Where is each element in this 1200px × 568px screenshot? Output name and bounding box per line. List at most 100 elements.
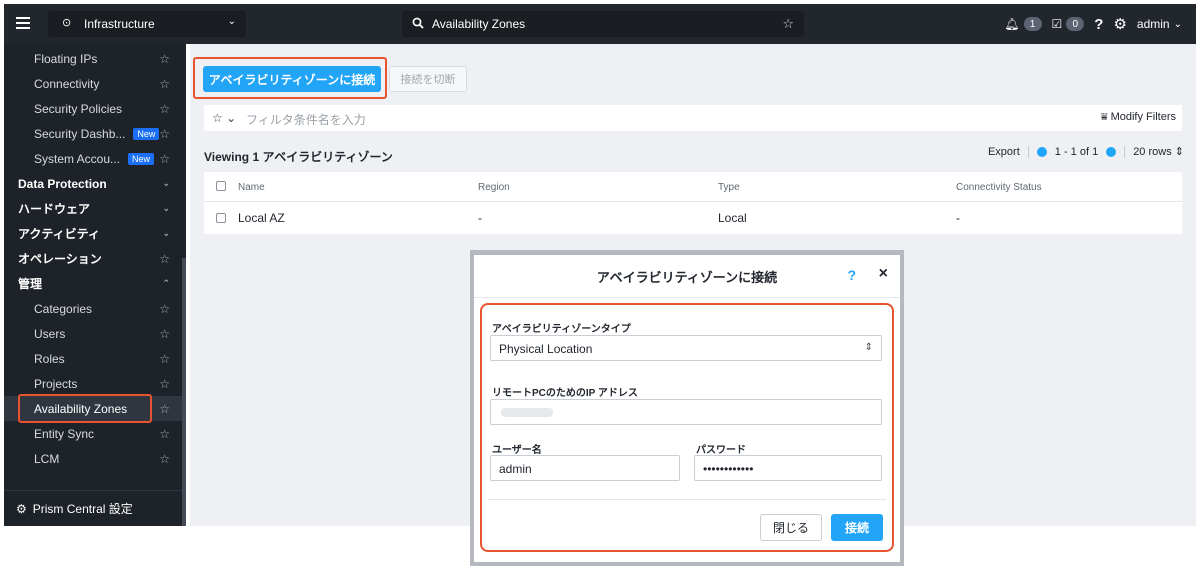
dialog-title: アベイラビリティゾーンに接続 xyxy=(596,270,778,285)
ip-label: リモートPCのためのIP アドレス xyxy=(492,388,638,399)
table-row[interactable]: Local AZ - Local - xyxy=(204,202,1182,234)
cell-type: Local xyxy=(718,211,747,225)
close-icon[interactable]: × xyxy=(879,265,888,283)
password-label: パスワード xyxy=(696,445,746,456)
next-page-icon[interactable] xyxy=(1106,146,1117,157)
username-input[interactable]: admin xyxy=(490,455,680,481)
sidebar-section-activity[interactable]: アクティビティ ⌄ xyxy=(4,221,182,246)
star-icon[interactable]: ☆ xyxy=(159,127,170,141)
star-icon[interactable]: ☆ xyxy=(159,327,170,341)
tasks-button[interactable]: ☑ 0 xyxy=(1052,17,1085,31)
az-type-value: Physical Location xyxy=(499,342,593,356)
sidebar: Floating IPs ☆ Connectivity ☆ Security P… xyxy=(4,44,186,526)
help-icon[interactable]: ? xyxy=(847,267,856,283)
star-icon[interactable]: ☆ xyxy=(159,377,170,391)
sidebar-item-lcm[interactable]: LCM ☆ xyxy=(4,446,182,471)
star-icon[interactable]: ☆ xyxy=(159,52,170,66)
az-type-label: アベイラビリティゾーンタイプ xyxy=(492,324,631,335)
divider xyxy=(1124,145,1126,158)
export-button[interactable]: Export xyxy=(988,146,1020,158)
rows-per-page-select[interactable]: 20 rows ⇕ xyxy=(1133,145,1184,158)
highlight-box xyxy=(18,394,152,423)
modify-filters-button[interactable]: ⩸ Modify Filters xyxy=(1101,111,1176,124)
app-name: Infrastructure xyxy=(84,17,155,31)
star-icon[interactable]: ☆ xyxy=(159,427,170,441)
sidebar-item-security-policies[interactable]: Security Policies ☆ xyxy=(4,96,182,121)
sidebar-item-label: Entity Sync xyxy=(34,426,95,441)
sidebar-section-admin[interactable]: 管理 ⌃ xyxy=(4,271,182,296)
sidebar-section-data-protection[interactable]: Data Protection ⌄ xyxy=(4,171,182,196)
column-header[interactable]: Type xyxy=(718,182,740,193)
connect-az-dialog: アベイラビリティゾーンに接続 ? × アベイラビリティゾーンタイプ Physic… xyxy=(474,255,900,562)
new-badge: New xyxy=(133,127,160,140)
sidebar-item-label: Categories xyxy=(34,301,93,316)
star-icon[interactable]: ☆ xyxy=(159,102,170,116)
sidebar-item-security-dashboard[interactable]: Security Dashb... New ☆ xyxy=(4,121,182,146)
hamburger-menu-icon[interactable] xyxy=(16,17,30,29)
sidebar-item-categories[interactable]: Categories ☆ xyxy=(4,296,182,321)
gear-icon[interactable]: ⚙ xyxy=(1113,15,1126,33)
username-label: ユーザー名 xyxy=(492,445,542,456)
sidebar-item-label: System Accou... xyxy=(34,151,121,166)
connect-az-button[interactable]: アベイラビリティゾーンに接続 xyxy=(203,66,381,92)
rows-label: 20 rows xyxy=(1133,146,1172,158)
column-header[interactable]: Region xyxy=(478,182,510,193)
sidebar-item-connectivity[interactable]: Connectivity ☆ xyxy=(4,71,182,96)
sidebar-item-system-accounts[interactable]: System Accou... New ☆ xyxy=(4,146,182,171)
sidebar-item-projects[interactable]: Projects ☆ xyxy=(4,371,182,396)
global-search[interactable]: Availability Zones ☆ xyxy=(402,11,804,37)
search-text: Availability Zones xyxy=(432,17,526,31)
disconnect-button[interactable]: 接続を切断 xyxy=(389,66,467,92)
az-table: Name Region Type Connectivity Status Loc… xyxy=(204,172,1182,234)
connect-button[interactable]: 接続 xyxy=(831,514,883,541)
select-all-checkbox[interactable] xyxy=(216,181,226,191)
app-selector[interactable]: ⊙ Infrastructure ⌄ xyxy=(48,11,246,37)
sidebar-item-label: Security Policies xyxy=(34,101,123,116)
sidebar-item-entity-sync[interactable]: Entity Sync ☆ xyxy=(4,421,182,446)
username-value: admin xyxy=(499,462,532,476)
star-icon[interactable]: ☆ ⌄ xyxy=(212,111,236,125)
star-icon[interactable]: ☆ xyxy=(159,252,170,266)
table-header: Name Region Type Connectivity Status xyxy=(204,172,1182,202)
sidebar-section-operations[interactable]: オペレーション ☆ xyxy=(4,246,182,271)
filter-input[interactable]: フィルタ条件名を入力 xyxy=(246,111,366,128)
row-checkbox[interactable] xyxy=(216,213,226,223)
ip-address-input[interactable] xyxy=(490,399,882,425)
star-icon[interactable]: ☆ xyxy=(159,77,170,91)
sidebar-item-floating-ips[interactable]: Floating IPs ☆ xyxy=(4,46,182,71)
sidebar-scrollbar[interactable] xyxy=(182,258,186,526)
sidebar-section-hardware[interactable]: ハードウェア ⌄ xyxy=(4,196,182,221)
pagination: Export 1 - 1 of 1 20 rows ⇕ xyxy=(988,145,1184,158)
alerts-count: 1 xyxy=(1023,17,1042,31)
sidebar-item-roles[interactable]: Roles ☆ xyxy=(4,346,182,371)
tasks-icon: ☑ xyxy=(1051,17,1063,31)
select-arrows-icon: ⇕ xyxy=(864,342,873,353)
sidebar-section-label: オペレーション xyxy=(18,252,102,266)
az-type-select[interactable]: Physical Location ⇕ xyxy=(490,335,882,361)
help-icon[interactable]: ? xyxy=(1094,16,1103,33)
star-icon[interactable]: ☆ xyxy=(159,402,170,416)
column-header[interactable]: Connectivity Status xyxy=(956,182,1042,193)
alerts-button[interactable]: 🔔︎ 1 xyxy=(1004,17,1042,31)
star-icon[interactable]: ☆ xyxy=(159,152,170,166)
top-bar: ⊙ Infrastructure ⌄ Availability Zones ☆ … xyxy=(4,4,1196,44)
sidebar-section-label: 管理 xyxy=(18,277,43,291)
page-range: 1 - 1 of 1 xyxy=(1054,145,1099,158)
sidebar-item-label: Connectivity xyxy=(34,76,100,91)
prism-central-settings[interactable]: ⚙ Prism Central 設定 xyxy=(4,490,182,526)
star-icon[interactable]: ☆ xyxy=(159,452,170,466)
column-header[interactable]: Name xyxy=(238,182,265,193)
chevron-down-icon: ⌄ xyxy=(162,178,170,188)
close-button[interactable]: 閉じる xyxy=(760,514,822,541)
star-icon[interactable]: ☆ xyxy=(159,302,170,316)
sidebar-item-label: Roles xyxy=(34,351,65,366)
cell-name[interactable]: Local AZ xyxy=(238,211,285,225)
sidebar-section-label: アクティビティ xyxy=(18,227,100,241)
sidebar-item-label: Security Dashb... xyxy=(34,126,126,141)
user-menu[interactable]: admin ⌄ xyxy=(1137,17,1182,31)
sidebar-item-users[interactable]: Users ☆ xyxy=(4,321,182,346)
star-icon[interactable]: ☆ xyxy=(782,16,794,32)
prev-page-icon[interactable] xyxy=(1036,146,1047,157)
star-icon[interactable]: ☆ xyxy=(159,352,170,366)
password-input[interactable]: •••••••••••• xyxy=(694,455,882,481)
